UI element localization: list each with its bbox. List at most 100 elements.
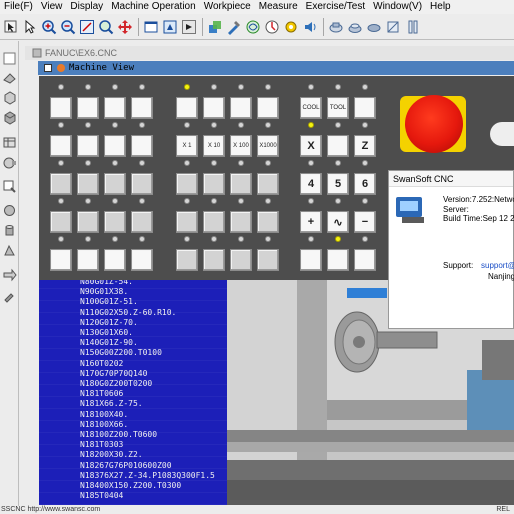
program-line[interactable]: N18100Z200.T0600 — [80, 430, 157, 440]
pointer-icon[interactable] — [21, 18, 39, 36]
window-menu-icon[interactable] — [44, 64, 52, 72]
view-front-icon[interactable] — [327, 18, 345, 36]
function-key-3-0[interactable] — [176, 211, 198, 233]
axis-key-4-0[interactable] — [300, 249, 322, 271]
function-key-0-1[interactable] — [203, 97, 225, 119]
cube-icon[interactable] — [2, 90, 17, 105]
program-line[interactable]: N90G01X38. — [80, 287, 128, 297]
mode-key-4-3[interactable] — [131, 249, 153, 271]
mode-key-0-3[interactable] — [131, 97, 153, 119]
program-line[interactable]: N170G70P70Q140 — [80, 369, 147, 379]
window-icon[interactable] — [142, 18, 160, 36]
program-line[interactable]: N180G0Z200T0200 — [80, 379, 152, 389]
program-line[interactable]: N130G01X60. — [80, 328, 133, 338]
machine-view-title-bar[interactable]: Machine View — [38, 61, 514, 75]
menu-view[interactable]: View — [37, 0, 67, 14]
function-key-2-2[interactable] — [230, 173, 252, 195]
program-line[interactable]: N18376X27.Z-34.P1083Q300F1.5 — [80, 471, 215, 481]
program-line[interactable]: N185T0404 — [80, 491, 123, 501]
mode-key-3-3[interactable] — [131, 211, 153, 233]
menu-file[interactable]: File(F) — [0, 0, 37, 14]
function-key-3-2[interactable] — [230, 211, 252, 233]
program-line[interactable]: N18200X30.Z2. — [80, 450, 143, 460]
axis-key-4-1[interactable] — [327, 249, 349, 271]
program-line[interactable]: N181T0606 — [80, 389, 123, 399]
mode-key-0-1[interactable] — [77, 97, 99, 119]
axis-key-2-0[interactable]: 4 — [300, 173, 322, 195]
function-key-4-0[interactable] — [176, 249, 198, 271]
program-line[interactable]: N160T0202 — [80, 359, 123, 369]
program-line[interactable]: N181X66.Z-75. — [80, 399, 143, 409]
program-line[interactable]: N18400X150.Z200.T0300 — [80, 481, 181, 491]
program-line[interactable]: N18100X66. — [80, 420, 128, 430]
axis-key-2-1[interactable]: 5 — [327, 173, 349, 195]
cube-cut-icon[interactable] — [2, 110, 17, 125]
arrow-icon[interactable] — [2, 268, 17, 283]
gear-icon[interactable] — [282, 18, 300, 36]
function-key-1-0[interactable]: X 1 — [176, 135, 198, 157]
table-icon[interactable] — [2, 135, 17, 150]
program-listing[interactable]: N80G01Z-54. N90G01X38. N100G01Z-51. N110G02… — [39, 280, 227, 505]
axis-key-3-1[interactable]: ∿ — [327, 211, 349, 233]
function-key-1-1[interactable]: X 10 — [203, 135, 225, 157]
program-line[interactable]: N140G01Z-90. — [80, 338, 138, 348]
lathe-icon[interactable] — [2, 155, 17, 170]
program-line[interactable]: N181T0303 — [80, 440, 123, 450]
mode-key-0-0[interactable] — [50, 97, 72, 119]
function-key-1-3[interactable]: X1000 — [257, 135, 279, 157]
select-cursor-icon[interactable] — [2, 18, 20, 36]
function-key-2-3[interactable] — [257, 173, 279, 195]
mode-key-3-2[interactable] — [104, 211, 126, 233]
mode-key-1-2[interactable] — [104, 135, 126, 157]
menu-help[interactable]: Help — [426, 0, 455, 14]
cylinder-icon[interactable] — [2, 223, 17, 238]
mode-key-3-0[interactable] — [50, 211, 72, 233]
function-key-4-1[interactable] — [203, 249, 225, 271]
view-side-icon[interactable] — [365, 18, 383, 36]
mode-key-4-0[interactable] — [50, 249, 72, 271]
view-left-icon[interactable] — [403, 18, 421, 36]
program-line[interactable]: N120G01Z-70. — [80, 318, 138, 328]
mode-key-3-1[interactable] — [77, 211, 99, 233]
axis-key-1-2[interactable]: Z — [354, 135, 376, 157]
tool-post-icon[interactable] — [2, 243, 17, 258]
axis-key-4-2[interactable] — [354, 249, 376, 271]
zoom-search-icon[interactable] — [2, 179, 17, 194]
mode-key-1-1[interactable] — [77, 135, 99, 157]
zoom-in-icon[interactable] — [40, 18, 58, 36]
axis-key-3-2[interactable]: − — [354, 211, 376, 233]
mode-key-0-2[interactable] — [104, 97, 126, 119]
function-key-2-0[interactable] — [176, 173, 198, 195]
zoom-out-icon[interactable] — [59, 18, 77, 36]
menu-window[interactable]: Window(V) — [369, 0, 426, 14]
view-top-icon[interactable] — [346, 18, 364, 36]
axis-key-2-2[interactable]: 6 — [354, 173, 376, 195]
mode-key-2-2[interactable] — [104, 173, 126, 195]
function-key-0-0[interactable] — [176, 97, 198, 119]
mode-knob[interactable] — [490, 122, 514, 146]
program-line[interactable]: N150G00Z200.T0100 — [80, 348, 162, 358]
axis-key-0-0[interactable]: COOL — [300, 97, 322, 119]
mode-key-2-0[interactable] — [50, 173, 72, 195]
sound-icon[interactable] — [301, 18, 319, 36]
coolant-icon[interactable] — [244, 18, 262, 36]
program-line[interactable]: N110G02X50.Z-60.R10. — [80, 308, 176, 318]
program-line[interactable]: N18267G76P010600Z00 — [80, 461, 172, 471]
step-icon[interactable] — [180, 18, 198, 36]
wrench-icon[interactable] — [2, 288, 17, 303]
mode-key-2-3[interactable] — [131, 173, 153, 195]
program-line[interactable]: N100G01Z-51. — [80, 297, 138, 307]
menu-machine-operation[interactable]: Machine Operation — [107, 0, 200, 14]
emergency-stop-button[interactable] — [405, 95, 463, 153]
measure-icon[interactable] — [263, 18, 281, 36]
sphere-icon[interactable] — [2, 203, 17, 218]
program-line[interactable]: N18100X40. — [80, 410, 128, 420]
eraser-icon[interactable] — [2, 70, 17, 85]
function-key-4-2[interactable] — [230, 249, 252, 271]
axis-key-1-1[interactable] — [327, 135, 349, 157]
mode-key-4-2[interactable] — [104, 249, 126, 271]
menu-exercise-test[interactable]: Exercise/Test — [302, 0, 369, 14]
axis-key-3-0[interactable]: + — [300, 211, 322, 233]
function-key-4-3[interactable] — [257, 249, 279, 271]
axis-key-1-0[interactable]: X — [300, 135, 322, 157]
